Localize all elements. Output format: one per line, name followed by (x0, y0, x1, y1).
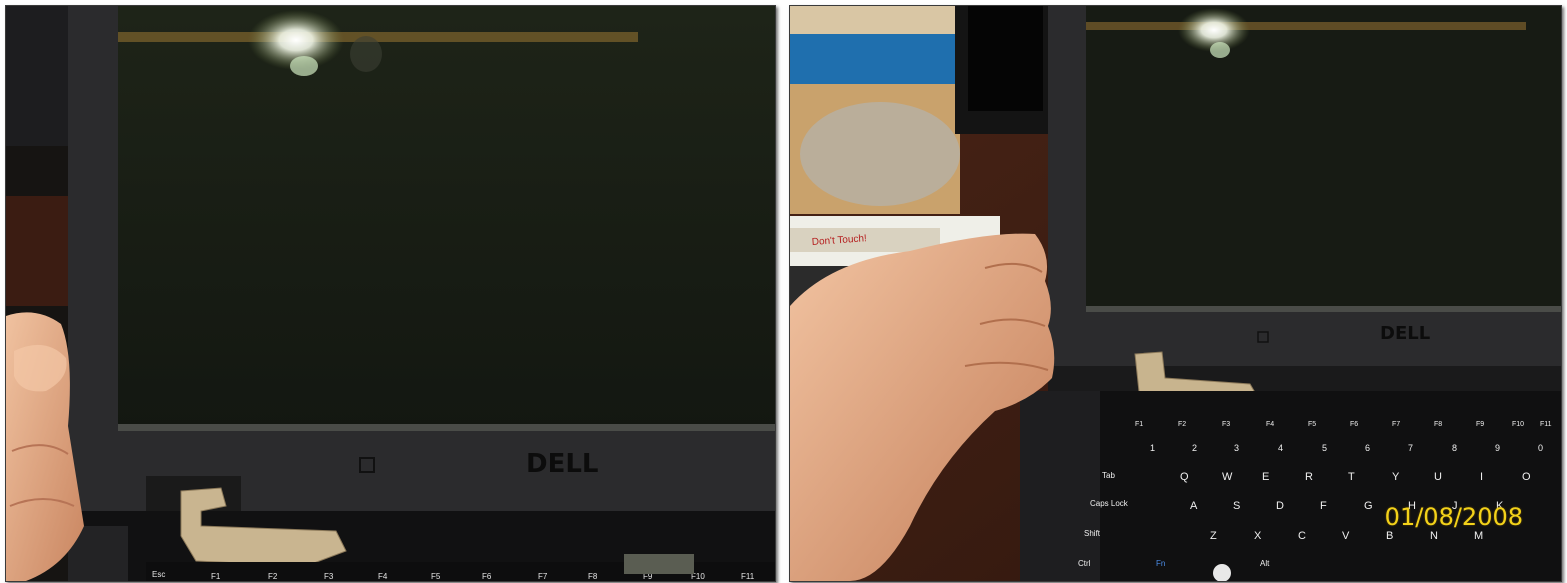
svg-text:F1: F1 (211, 572, 221, 581)
svg-text:T: T (1348, 471, 1355, 483)
svg-text:Caps Lock: Caps Lock (1090, 499, 1129, 508)
svg-text:C: C (1298, 530, 1306, 542)
svg-text:I: I (1480, 471, 1483, 483)
svg-text:F5: F5 (1308, 421, 1316, 428)
svg-text:F: F (1320, 500, 1327, 512)
svg-text:2: 2 (1192, 443, 1197, 453)
svg-text:O: O (1522, 471, 1531, 483)
svg-text:F2: F2 (268, 572, 278, 581)
svg-text:F3: F3 (1222, 421, 1230, 428)
svg-text:Shift: Shift (1084, 529, 1101, 538)
svg-text:DELL: DELL (526, 449, 598, 479)
photo-left-laptop-bezel: DELL Esc F1 F2 F3 F4 F5 F6 F7 F8 F9 F10 … (5, 5, 776, 582)
dell-logo: DELL (1380, 323, 1430, 344)
svg-text:X: X (1254, 530, 1262, 542)
photo-left-scene: DELL Esc F1 F2 F3 F4 F5 F6 F7 F8 F9 F10 … (6, 6, 775, 581)
svg-text:DELL: DELL (1380, 323, 1430, 344)
svg-text:F9: F9 (1476, 421, 1484, 428)
svg-text:Ctrl: Ctrl (1078, 559, 1091, 568)
lcd-screen (118, 6, 775, 431)
svg-text:Y: Y (1392, 471, 1400, 483)
svg-text:1: 1 (1150, 443, 1155, 453)
svg-text:F5: F5 (431, 572, 441, 581)
svg-text:Q: Q (1180, 471, 1189, 483)
date-stamp: 01/08/2008 (1384, 503, 1523, 531)
svg-text:4: 4 (1278, 443, 1283, 453)
svg-text:F7: F7 (1392, 421, 1400, 428)
svg-text:N: N (1430, 530, 1438, 542)
svg-text:7: 7 (1408, 443, 1413, 453)
svg-text:F2: F2 (1178, 421, 1186, 428)
svg-text:F4: F4 (378, 572, 388, 581)
svg-text:M: M (1474, 530, 1483, 542)
svg-text:9: 9 (1495, 443, 1500, 453)
svg-text:5: 5 (1322, 443, 1327, 453)
svg-text:E: E (1262, 471, 1269, 483)
svg-text:Fn: Fn (1156, 559, 1165, 568)
svg-text:S: S (1233, 500, 1240, 512)
svg-text:F8: F8 (1434, 421, 1442, 428)
svg-text:Tab: Tab (1102, 471, 1115, 480)
svg-text:F7: F7 (538, 572, 548, 581)
svg-text:F6: F6 (482, 572, 492, 581)
svg-text:F1: F1 (1135, 421, 1143, 428)
svg-text:3: 3 (1234, 443, 1239, 453)
svg-text:A: A (1190, 500, 1198, 512)
svg-text:D: D (1276, 500, 1284, 512)
svg-text:V: V (1342, 530, 1350, 542)
svg-text:Esc: Esc (152, 570, 165, 579)
svg-text:F3: F3 (324, 572, 334, 581)
svg-text:F11: F11 (741, 572, 755, 581)
svg-text:F6: F6 (1350, 421, 1358, 428)
svg-text:G: G (1364, 500, 1373, 512)
svg-text:U: U (1434, 471, 1442, 483)
svg-text:Z: Z (1210, 530, 1217, 542)
svg-text:F4: F4 (1266, 421, 1274, 428)
svg-text:F10: F10 (1512, 421, 1524, 428)
lcd-screen (1086, 6, 1561, 311)
dell-logo: DELL (526, 449, 598, 479)
svg-text:F8: F8 (588, 572, 598, 581)
photo-right-laptop-bezel: Don't Touch! DELL F1 F2 F3 F4 F5 F6 F7 F… (789, 5, 1562, 582)
svg-text:Alt: Alt (1260, 559, 1270, 568)
svg-text:W: W (1222, 471, 1233, 483)
svg-text:8: 8 (1452, 443, 1457, 453)
svg-text:R: R (1305, 471, 1313, 483)
svg-text:6: 6 (1365, 443, 1370, 453)
svg-text:F11: F11 (1540, 421, 1552, 428)
svg-text:B: B (1386, 530, 1393, 542)
photo-right-scene: Don't Touch! DELL F1 F2 F3 F4 F5 F6 F7 F… (790, 6, 1561, 581)
svg-text:0: 0 (1538, 443, 1543, 453)
